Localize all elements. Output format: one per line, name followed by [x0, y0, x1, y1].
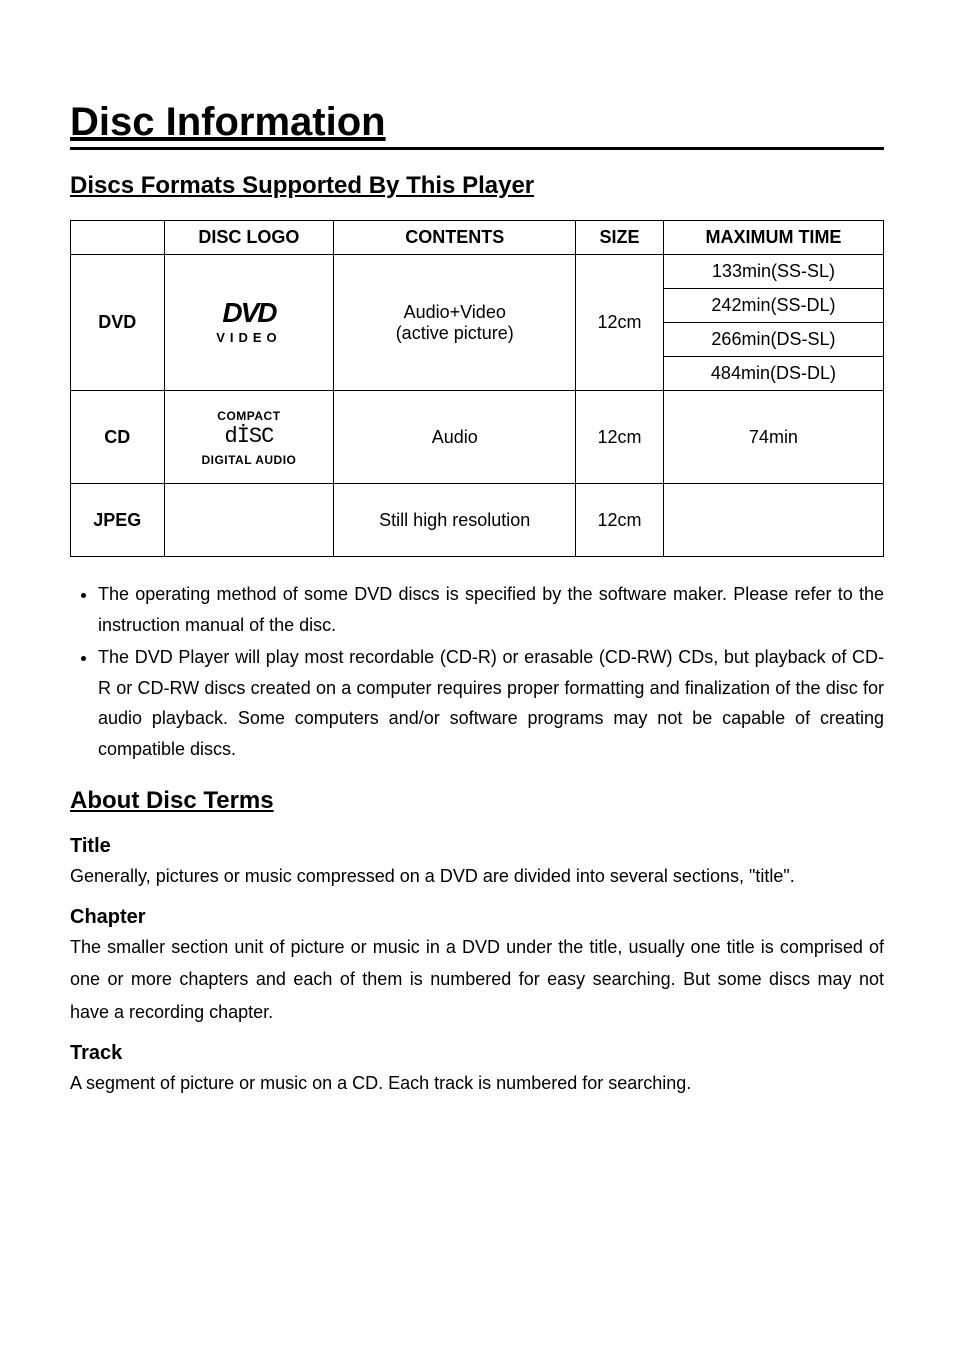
term-chapter-heading: Chapter [70, 906, 884, 929]
col-header-contents: CONTENTS [334, 221, 576, 255]
cd-logo-disc: dİSC [225, 424, 274, 449]
term-title-heading: Title [70, 835, 884, 858]
cd-contents-cell: Audio [334, 391, 576, 484]
jpeg-contents-cell: Still high resolution [334, 484, 576, 557]
cd-size-cell: 12cm [576, 391, 664, 484]
term-track-body: A segment of picture or music on a CD. E… [70, 1067, 884, 1099]
dvd-size-cell: 12cm [576, 255, 664, 391]
dvd-contents-line2: (active picture) [396, 323, 514, 343]
cd-logo-compact: COMPACT [217, 409, 280, 423]
table-row: DVD DVD VIDEO Audio+Video (active pictur… [71, 255, 884, 289]
list-item: The operating method of some DVD discs i… [98, 579, 884, 640]
dvd-time-cell: 242min(SS-DL) [663, 289, 883, 323]
col-header-logo: DISC LOGO [164, 221, 334, 255]
dvd-contents-cell: Audio+Video (active picture) [334, 255, 576, 391]
cd-logo-digital: DIGITAL AUDIO [201, 453, 296, 467]
page-title: Disc Information [70, 100, 884, 150]
disc-formats-table: DISC LOGO CONTENTS SIZE MAXIMUM TIME DVD… [70, 220, 884, 557]
dvd-logo-cell: DVD VIDEO [164, 255, 334, 391]
dvd-video-logo-icon: DVD VIDEO [216, 299, 281, 345]
jpeg-logo-cell [164, 484, 334, 557]
cd-label-cell: CD [71, 391, 165, 484]
section-about-terms-heading: About Disc Terms [70, 787, 884, 815]
dvd-logo-text-bottom: VIDEO [216, 330, 281, 345]
term-title-body: Generally, pictures or music compressed … [70, 860, 884, 892]
page: Disc Information Discs Formats Supported… [0, 0, 954, 1347]
section-supported-formats-heading: Discs Formats Supported By This Player [70, 172, 884, 200]
jpeg-label-cell: JPEG [71, 484, 165, 557]
jpeg-time-cell [663, 484, 883, 557]
cd-time-cell: 74min [663, 391, 883, 484]
compact-disc-logo-icon: COMPACT dİSC DIGITAL AUDIO [201, 405, 296, 469]
dvd-time-cell: 266min(DS-SL) [663, 323, 883, 357]
dvd-time-cell: 484min(DS-DL) [663, 357, 883, 391]
table-header-row: DISC LOGO CONTENTS SIZE MAXIMUM TIME [71, 221, 884, 255]
dvd-contents-line1: Audio+Video [404, 302, 506, 322]
dvd-label-cell: DVD [71, 255, 165, 391]
table-row: JPEG Still high resolution 12cm [71, 484, 884, 557]
col-header-size: SIZE [576, 221, 664, 255]
dvd-logo-text-top: DVD [222, 297, 275, 328]
term-track-heading: Track [70, 1042, 884, 1065]
notes-list: The operating method of some DVD discs i… [70, 579, 884, 765]
dvd-time-cell: 133min(SS-SL) [663, 255, 883, 289]
col-header-blank [71, 221, 165, 255]
term-chapter-body: The smaller section unit of picture or m… [70, 931, 884, 1028]
jpeg-size-cell: 12cm [576, 484, 664, 557]
table-row: CD COMPACT dİSC DIGITAL AUDIO Audio 12cm… [71, 391, 884, 484]
cd-logo-cell: COMPACT dİSC DIGITAL AUDIO [164, 391, 334, 484]
list-item: The DVD Player will play most recordable… [98, 642, 884, 764]
col-header-maxtime: MAXIMUM TIME [663, 221, 883, 255]
